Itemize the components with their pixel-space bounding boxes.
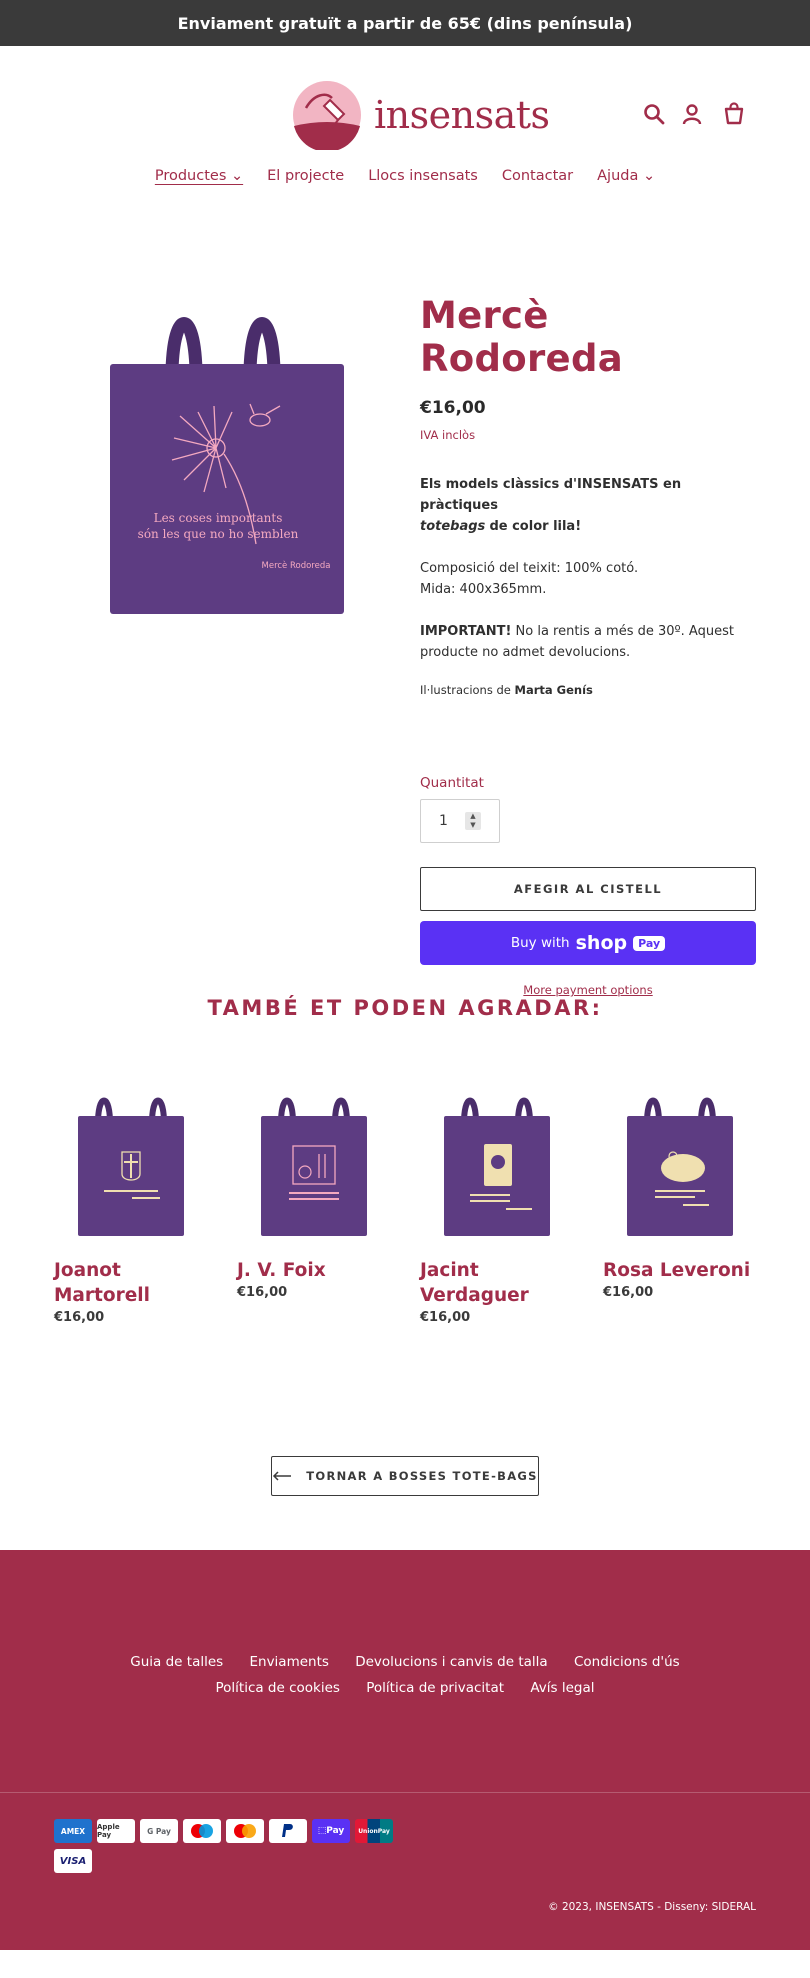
announcement-text: Enviament gratuït a partir de 65€ (dins …: [177, 13, 633, 33]
mastercard-icon: [226, 1819, 264, 1843]
bag-quote-line-1: Les coses importants: [154, 511, 283, 525]
product-card-price: €16,00: [237, 1285, 288, 1300]
desc-size: Mida: 400x365mm.: [420, 582, 547, 597]
add-to-cart-button[interactable]: AFEGIR AL CISTELL: [420, 867, 756, 911]
nav-item-llocs-insensats[interactable]: Llocs insensats: [368, 168, 478, 184]
footer-divider: [0, 1792, 810, 1793]
footer-link-guia-talles[interactable]: Guia de talles: [130, 1654, 223, 1670]
account-icon[interactable]: [680, 102, 704, 126]
product-thumbnail[interactable]: [603, 1094, 757, 1240]
nav-item-el-projecte[interactable]: El projecte: [267, 168, 344, 184]
product-image[interactable]: Les coses importants són les que no ho s…: [100, 308, 350, 618]
illus-prefix: Il·lustracions de: [420, 683, 511, 697]
nav-item-ajuda[interactable]: Ajuda ⌄: [597, 168, 655, 184]
footer-links: Guia de talles Enviaments Devolucions i …: [0, 1649, 810, 1701]
visa-icon: VISA: [54, 1849, 92, 1873]
google-pay-icon: G Pay: [140, 1819, 178, 1843]
illus-author: Marta Genís: [514, 683, 593, 697]
bag-quote-line-2: són les que no ho semblen: [138, 527, 299, 541]
product-card[interactable]: Joanot Martorell €16,00: [54, 1094, 208, 1325]
product-card[interactable]: J. V. Foix €16,00: [237, 1094, 391, 1325]
product-card-name[interactable]: J. V. Foix: [237, 1258, 391, 1283]
product-section: Les coses importants són les que no ho s…: [0, 196, 810, 997]
illustrations-credit: Il·lustracions de Marta Genís: [420, 680, 756, 701]
copyright: © 2023, INSENSATS - Disseny: SIDERAL: [548, 1901, 756, 1913]
important-label: IMPORTANT!: [420, 624, 512, 639]
shop-pay-icon: ⬚Pay: [312, 1819, 350, 1843]
main-nav: Productes ⌄ El projecte Llocs insensats …: [0, 156, 810, 196]
product-thumbnail[interactable]: [420, 1094, 574, 1240]
apple-pay-icon: Apple Pay: [97, 1819, 135, 1843]
shop-pay-button[interactable]: Buy with shop Pay: [420, 921, 756, 965]
product-card[interactable]: Jacint Verdaguer €16,00: [420, 1094, 574, 1325]
footer-link-cookies[interactable]: Política de cookies: [215, 1680, 339, 1696]
footer-link-enviaments[interactable]: Enviaments: [249, 1654, 328, 1670]
related-grid: Joanot Martorell €16,00 J. V. Foix €16,0…: [54, 1094, 757, 1325]
quantity-value[interactable]: 1: [439, 813, 448, 829]
product-price: €16,00: [420, 398, 486, 418]
cart-icon[interactable]: [722, 101, 746, 125]
product-card-price: €16,00: [420, 1310, 471, 1325]
logo[interactable]: insensats: [292, 80, 550, 150]
back-section: TORNAR A BOSSES TOTE-BAGS: [0, 1456, 810, 1550]
shop-word: shop: [575, 932, 628, 954]
back-button-label: TORNAR A BOSSES TOTE-BAGS: [306, 1469, 538, 1483]
product-card-name[interactable]: Joanot Martorell: [54, 1258, 208, 1308]
pay-pill: Pay: [633, 935, 666, 951]
site-footer: Guia de talles Enviaments Devolucions i …: [0, 1550, 810, 1950]
tax-note: IVA inclòs: [420, 428, 476, 442]
product-title: Mercè Rodoreda: [420, 294, 624, 380]
product-description: Els models clàssics d'INSENSATS en pràct…: [420, 474, 756, 701]
product-thumbnail[interactable]: [54, 1094, 208, 1240]
nav-item-contactar[interactable]: Contactar: [502, 168, 573, 184]
related-products: TAMBÉ ET PODEN AGRADAR: Joanot Martorell…: [0, 976, 810, 1456]
stepper-arrows-icon[interactable]: ▲ ▼: [465, 812, 481, 830]
nav-item-productes[interactable]: Productes ⌄: [155, 168, 243, 184]
product-card-name[interactable]: Jacint Verdaguer: [420, 1258, 574, 1308]
desc-bold-1: Els models clàssics d'INSENSATS en pràct…: [420, 477, 682, 513]
amex-icon: AMEX: [54, 1819, 92, 1843]
product-thumbnail[interactable]: [237, 1094, 391, 1240]
buy-with-label: Buy with: [510, 935, 570, 951]
desc-italic: totebags: [420, 519, 486, 534]
quantity-stepper[interactable]: 1 ▲ ▼: [420, 799, 500, 843]
unionpay-icon: UnionPay: [355, 1819, 393, 1843]
arrow-left-icon: [273, 1471, 292, 1481]
product-info: Mercè Rodoreda €16,00 IVA inclòs Els mod…: [420, 294, 756, 997]
footer-link-devolucions[interactable]: Devolucions i canvis de talla: [355, 1654, 547, 1670]
payment-icons: AMEX Apple Pay G Pay ⬚Pay UnionPay VISA: [54, 1819, 396, 1873]
product-card[interactable]: Rosa Leveroni €16,00: [603, 1094, 757, 1325]
product-card-price: €16,00: [54, 1310, 105, 1325]
brand-name: insensats: [374, 93, 550, 137]
desc-bold-2: de color lila!: [489, 519, 582, 534]
desc-composition: Composició del teixit: 100% cotó.: [420, 561, 639, 576]
footer-link-privacitat[interactable]: Política de privacitat: [366, 1680, 504, 1696]
footer-link-condicions[interactable]: Condicions d'ús: [574, 1654, 680, 1670]
paypal-icon: [269, 1819, 307, 1843]
back-to-collection-button[interactable]: TORNAR A BOSSES TOTE-BAGS: [271, 1456, 539, 1496]
search-icon[interactable]: [642, 102, 666, 126]
logo-icon: [293, 81, 361, 150]
bag-signature: Mercè Rodoreda: [262, 560, 331, 571]
quantity-label: Quantitat: [420, 775, 484, 791]
product-card-name[interactable]: Rosa Leveroni: [603, 1258, 757, 1283]
maestro-icon: [183, 1819, 221, 1843]
announcement-bar: Enviament gratuït a partir de 65€ (dins …: [0, 0, 810, 46]
site-header: insensats: [0, 46, 810, 156]
related-heading: TAMBÉ ET PODEN AGRADAR:: [207, 996, 603, 1020]
product-card-price: €16,00: [603, 1285, 654, 1300]
footer-link-avis-legal[interactable]: Avís legal: [530, 1680, 594, 1696]
